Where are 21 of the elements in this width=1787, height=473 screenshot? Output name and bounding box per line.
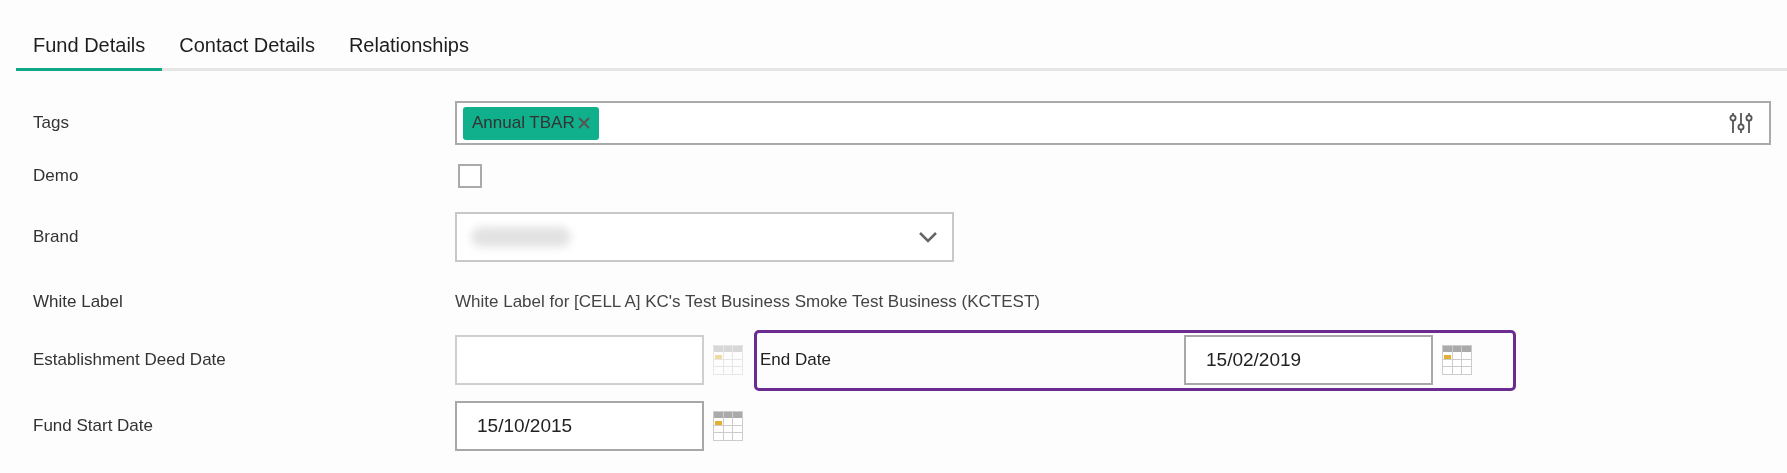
field-label: Fund Start Date [32,415,154,438]
tab[interactable]: Relationships [331,30,486,71]
chevron-down-icon [918,231,938,243]
field-label: Demo [32,165,80,188]
field-value: White Label for [CELL A] KC's Test Business Smoke Test Business (KCTEST) [455,291,1040,314]
tab[interactable]: Contact Details [162,30,332,71]
calendar-icon[interactable] [713,345,743,375]
checkbox[interactable] [458,164,482,188]
field-label: End Date [760,349,832,372]
tab[interactable]: Fund Details [16,30,163,71]
sliders-icon[interactable] [1729,111,1753,135]
field-label: White Label [32,291,124,314]
brand-dropdown[interactable] [455,212,954,262]
tags-field[interactable]: Annual TBAR [455,101,1771,145]
date-field[interactable]: 15/10/2015 [455,401,704,451]
calendar-icon[interactable] [713,411,743,441]
close-icon[interactable] [576,116,591,130]
field-label: Brand [32,226,80,249]
tag-text: Annual TBAR [472,112,575,135]
field-label: Establishment Deed Date [32,349,227,372]
field-label: Tags [32,112,70,135]
